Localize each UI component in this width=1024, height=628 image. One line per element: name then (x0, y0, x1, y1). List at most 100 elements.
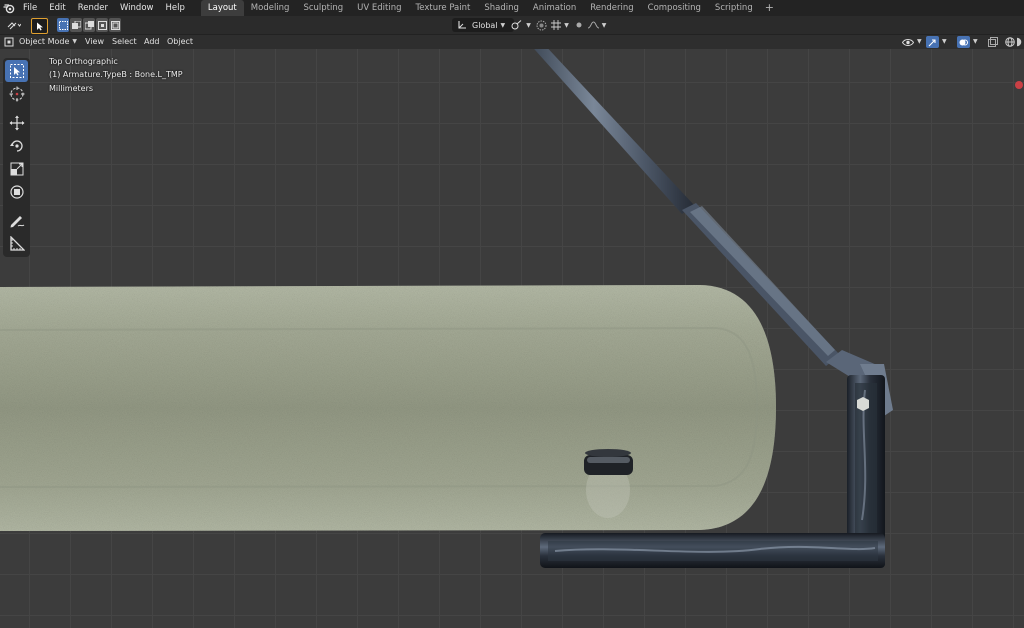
3d-viewport[interactable]: Top Orthographic (1) Armature.TypeB : Bo… (0, 49, 1024, 628)
cursor-tool[interactable] (5, 83, 28, 105)
select-extend-icon (71, 20, 81, 29)
chevron-down-icon: ▼ (526, 21, 531, 29)
orientation-axes-icon (458, 21, 466, 29)
scale-tool[interactable] (5, 158, 28, 180)
tab-texture-paint[interactable]: Texture Paint (409, 0, 478, 16)
viewport-header: Object Mode ▼ View Select Add Object ▼ ▼… (0, 35, 1024, 49)
hex-nut (857, 397, 869, 411)
workspace-tabs: Layout Modeling Sculpting UV Editing Tex… (200, 0, 779, 16)
pivot-link-icon (511, 20, 522, 30)
proportional-dot-icon (576, 22, 582, 28)
transform-tool[interactable] (5, 181, 28, 203)
object-origin-dot (1015, 81, 1023, 89)
select-mode-extend-button[interactable] (70, 18, 82, 32)
tab-rendering[interactable]: Rendering (583, 0, 640, 16)
pivot-point-dropdown[interactable]: ▼ (510, 18, 532, 32)
menu-edit[interactable]: Edit (43, 0, 71, 16)
tab-shading[interactable]: Shading (477, 0, 526, 16)
select-box-icon (9, 64, 24, 78)
eye-icon (902, 38, 914, 46)
select-new-icon (58, 20, 68, 30)
tab-sculpting[interactable]: Sculpting (296, 0, 350, 16)
snap-magnet-icon (536, 20, 546, 30)
transform-orientation-value: Global (472, 20, 498, 30)
header-menu-view[interactable]: View (85, 35, 104, 49)
measure-icon (9, 236, 25, 251)
active-object-label: (1) Armature.TypeB : Bone.L_TMP (49, 70, 183, 79)
chevron-down-icon: ▼ (564, 21, 569, 29)
chevron-down-icon: ▼ (942, 38, 947, 45)
object-mode-label: Object Mode (19, 37, 70, 46)
tab-scripting[interactable]: Scripting (708, 0, 760, 16)
wireframe-sphere-icon (1005, 37, 1015, 47)
move-tool[interactable] (5, 112, 28, 134)
overlays-toggle[interactable] (957, 36, 970, 48)
chevron-down-icon: ▼ (973, 38, 978, 45)
snap-target-dropdown[interactable]: ▼ (550, 18, 570, 32)
wireframe-shading-button[interactable] (1005, 35, 1015, 49)
blender-logo-icon[interactable] (1, 0, 17, 16)
header-menu-add[interactable]: Add (144, 35, 160, 49)
cursor-icon (9, 86, 24, 102)
cursor-arrow-icon (36, 22, 43, 30)
transform-orientation-dropdown[interactable]: Global ▼ (452, 18, 514, 32)
menu-help[interactable]: Help (159, 0, 190, 16)
visibility-dropdown[interactable]: ▼ (902, 35, 922, 49)
measure-tool[interactable] (5, 233, 28, 255)
gizmo-toggle[interactable] (926, 36, 939, 48)
scale-icon (10, 162, 23, 176)
overlays-circles-icon (959, 39, 968, 45)
annotate-icon (10, 216, 24, 228)
transform-icon (9, 185, 24, 199)
select-mode-invert-button[interactable] (96, 18, 108, 32)
foam-cushion (0, 285, 776, 531)
header-menu-object[interactable]: Object (167, 35, 193, 49)
active-tool-button[interactable] (31, 18, 48, 34)
proportional-edit-toggle[interactable] (573, 18, 585, 32)
object-mode-dropdown[interactable]: Object Mode ▼ (4, 35, 77, 49)
snap-toggle[interactable] (534, 18, 548, 32)
falloff-curve-icon (587, 21, 599, 29)
solid-sphere-icon (1017, 37, 1022, 47)
units-label: Millimeters (49, 84, 94, 93)
menu-window[interactable]: Window (114, 0, 160, 16)
scene-render (0, 49, 1023, 568)
move-icon (9, 115, 24, 131)
tab-animation[interactable]: Animation (526, 0, 583, 16)
tab-uv-editing[interactable]: UV Editing (350, 0, 408, 16)
tool-settings-bar: Global ▼ ▼ ▼ ▼ (0, 16, 1024, 35)
xray-toggle[interactable] (988, 35, 998, 49)
select-invert-icon (97, 20, 107, 30)
menu-render[interactable]: Render (72, 0, 114, 16)
chevron-down-icon: ▼ (917, 38, 922, 45)
solid-shading-button[interactable] (1017, 35, 1024, 49)
rotate-icon (9, 140, 23, 152)
gizmo-dropdown[interactable]: ▼ (926, 35, 947, 49)
object-mode-icon (4, 37, 14, 47)
select-mode-intersect-button[interactable] (109, 18, 121, 32)
proportional-falloff-dropdown[interactable]: ▼ (587, 18, 607, 32)
chevron-down-icon: ▼ (500, 21, 506, 29)
rotate-tool[interactable] (5, 135, 28, 157)
xray-icon (988, 37, 998, 47)
gizmo-arrows-icon (928, 38, 936, 46)
select-mode-new-button[interactable] (57, 18, 69, 32)
tab-modeling[interactable]: Modeling (244, 0, 297, 16)
tab-compositing[interactable]: Compositing (641, 0, 708, 16)
chevron-down-icon: ▼ (601, 21, 607, 29)
top-menu-bar: File Edit Render Window Help Layout Mode… (0, 0, 1024, 16)
left-toolbar (3, 58, 30, 257)
select-intersect-icon (110, 20, 120, 30)
snap-grid-icon (551, 20, 562, 30)
view-name-label: Top Orthographic (49, 57, 118, 66)
editor-type-icon (7, 22, 21, 30)
overlays-dropdown[interactable]: ▼ (957, 35, 978, 49)
tab-layout[interactable]: Layout (200, 0, 244, 16)
editor-type-dropdown[interactable] (4, 18, 24, 32)
add-workspace-button[interactable]: + (760, 0, 779, 16)
select-mode-subtract-button[interactable] (83, 18, 95, 32)
select-box-tool[interactable] (5, 60, 28, 82)
header-menu-select[interactable]: Select (112, 35, 137, 49)
menu-file[interactable]: File (17, 0, 43, 16)
annotate-tool[interactable] (5, 210, 28, 232)
